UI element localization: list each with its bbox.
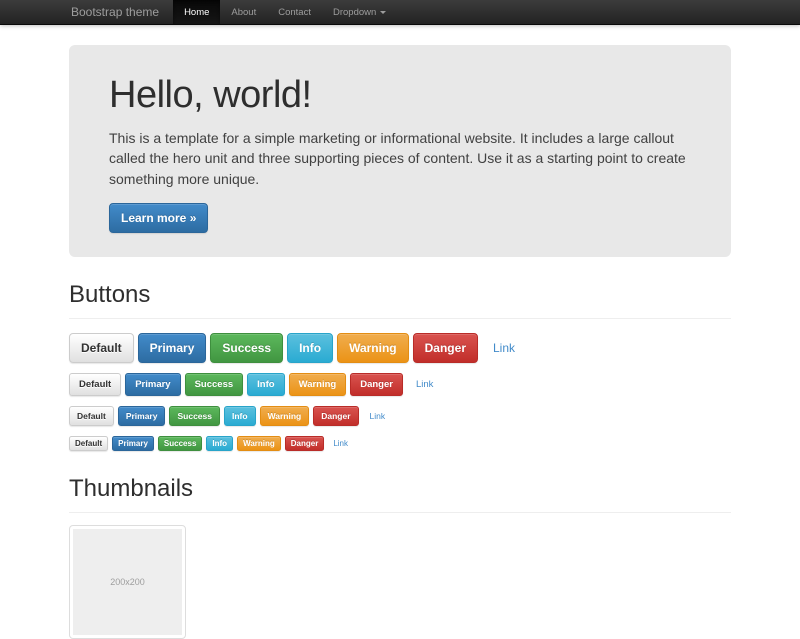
- main-container: Hello, world! This is a template for a s…: [69, 45, 731, 639]
- navbar-brand[interactable]: Bootstrap theme: [69, 0, 173, 24]
- success-button-md[interactable]: Success: [185, 373, 244, 396]
- link-button-sm[interactable]: Link: [363, 407, 393, 425]
- thumbnail-row: 200x200: [69, 525, 731, 639]
- nav-item-dropdown: Dropdown: [322, 0, 397, 24]
- primary-button-md[interactable]: Primary: [125, 373, 180, 396]
- hero-description: This is a template for a simple marketin…: [109, 128, 691, 189]
- button-rows: DefaultPrimarySuccessInfoWarningDangerLi…: [69, 333, 731, 451]
- primary-button-lg[interactable]: Primary: [138, 333, 207, 363]
- danger-button-sm[interactable]: Danger: [313, 406, 358, 426]
- danger-button-lg[interactable]: Danger: [413, 333, 478, 363]
- navbar-container: Bootstrap theme HomeAboutContactDropdown: [69, 0, 731, 24]
- warning-button-sm[interactable]: Warning: [260, 406, 310, 426]
- placeholder-label: 200x200: [110, 577, 145, 587]
- button-row-lg: DefaultPrimarySuccessInfoWarningDangerLi…: [69, 333, 731, 363]
- link-button-md[interactable]: Link: [407, 374, 442, 395]
- danger-button-md[interactable]: Danger: [350, 373, 403, 396]
- info-button-lg[interactable]: Info: [287, 333, 333, 363]
- info-button-sm[interactable]: Info: [224, 406, 256, 426]
- nav-link-home[interactable]: Home: [173, 0, 220, 24]
- navbar-menu: HomeAboutContactDropdown: [173, 0, 397, 24]
- thumbnails-section-heading: Thumbnails: [69, 475, 731, 513]
- buttons-section-heading: Buttons: [69, 281, 731, 319]
- warning-button-lg[interactable]: Warning: [337, 333, 409, 363]
- hero-title: Hello, world!: [109, 74, 691, 117]
- link-button-xs[interactable]: Link: [328, 437, 353, 450]
- default-button-lg[interactable]: Default: [69, 333, 134, 363]
- warning-button-md[interactable]: Warning: [289, 373, 347, 396]
- nav-item-contact: Contact: [267, 0, 322, 24]
- default-button-xs[interactable]: Default: [69, 436, 108, 451]
- nav-item-home: Home: [173, 0, 220, 24]
- button-row-sm: DefaultPrimarySuccessInfoWarningDanger Li…: [69, 406, 731, 426]
- nav-link-about[interactable]: About: [220, 0, 267, 24]
- danger-button-xs[interactable]: Danger: [285, 436, 325, 451]
- placeholder-image: 200x200: [73, 529, 182, 635]
- default-button-md[interactable]: Default: [69, 373, 121, 396]
- navbar: Bootstrap theme HomeAboutContactDropdown: [0, 0, 800, 25]
- primary-button-xs[interactable]: Primary: [112, 436, 154, 451]
- info-button-md[interactable]: Info: [247, 373, 284, 396]
- button-row-xs: Default Primary Success Info Warning DangerLi…: [69, 436, 731, 451]
- nav-link-dropdown[interactable]: Dropdown: [322, 0, 397, 24]
- success-button-xs[interactable]: Success: [158, 436, 202, 451]
- success-button-sm[interactable]: Success: [169, 406, 220, 426]
- hero: Hello, world! This is a template for a s…: [69, 45, 731, 257]
- nav-link-contact[interactable]: Contact: [267, 0, 322, 24]
- warning-button-xs[interactable]: Warning: [237, 436, 281, 451]
- thumbnail[interactable]: 200x200: [69, 525, 186, 639]
- success-button-lg[interactable]: Success: [210, 333, 283, 363]
- link-button-lg[interactable]: Link: [482, 334, 526, 362]
- learn-more-button[interactable]: Learn more »: [109, 203, 208, 233]
- button-row-md: DefaultPrimarySuccessInfoWarningDangerLi…: [69, 373, 731, 396]
- info-button-xs[interactable]: Info: [206, 436, 233, 451]
- nav-item-about: About: [220, 0, 267, 24]
- caret-down-icon: [380, 11, 386, 14]
- primary-button-sm[interactable]: Primary: [118, 406, 166, 426]
- default-button-sm[interactable]: Default: [69, 406, 114, 426]
